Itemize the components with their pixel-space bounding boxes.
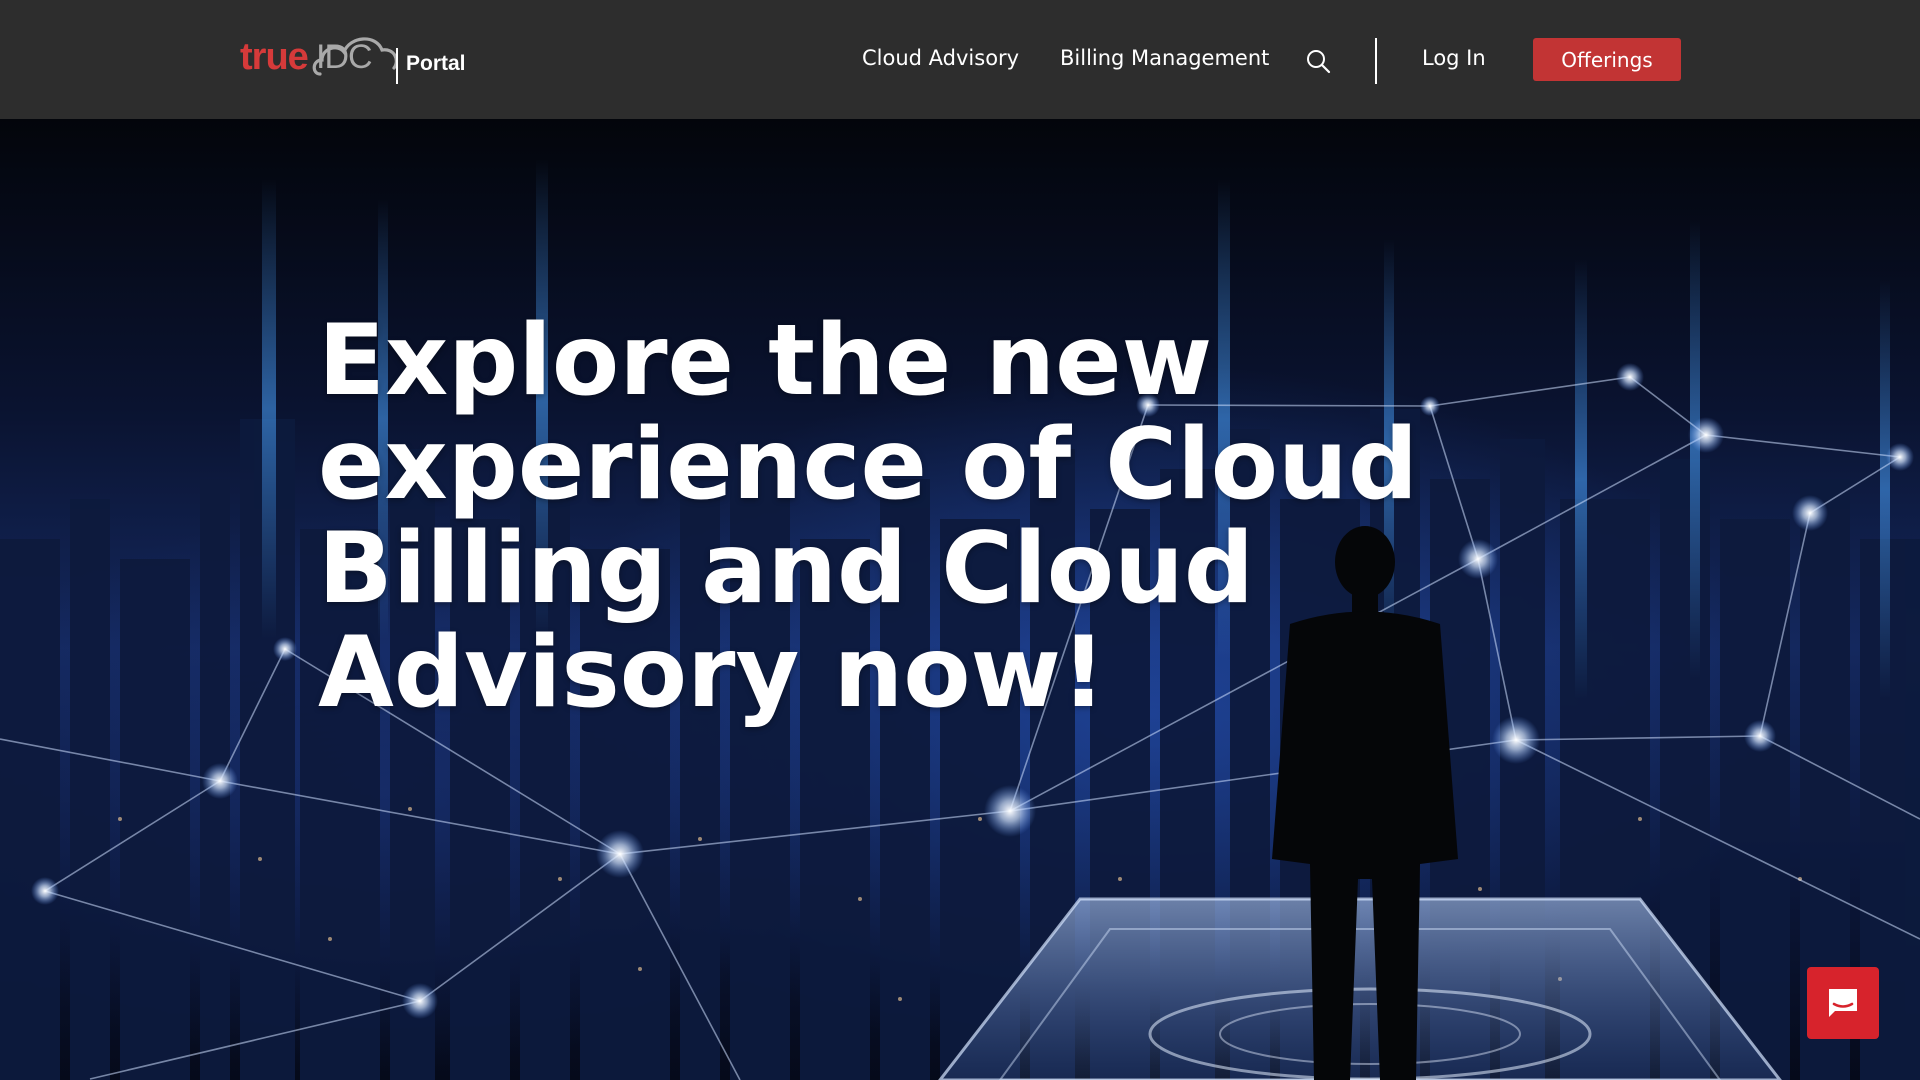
search-icon[interactable]	[1305, 48, 1331, 74]
hero-banner: Explore the new experience of Cloud Bill…	[0, 119, 1920, 1080]
chat-widget-button[interactable]	[1807, 967, 1879, 1039]
trueidc-portal-logo[interactable]: true IDC Portal	[240, 30, 470, 86]
offerings-button[interactable]: Offerings	[1533, 38, 1681, 81]
chat-icon	[1829, 989, 1857, 1017]
logo-brand-idc: IDC	[316, 38, 373, 76]
nav-separator	[1375, 38, 1377, 84]
logo-brand-true: true	[240, 36, 309, 78]
hero-headline: Explore the new experience of Cloud Bill…	[318, 304, 1418, 730]
logo-divider	[396, 48, 398, 84]
nav-login[interactable]: Log In	[1422, 46, 1486, 70]
nav-billing-management[interactable]: Billing Management	[1060, 46, 1269, 70]
nav-cloud-advisory[interactable]: Cloud Advisory	[862, 46, 1019, 70]
logo-portal-label: Portal	[406, 52, 466, 75]
top-navigation-bar: true IDC Portal Cloud Advisory Billing M…	[0, 0, 1920, 119]
